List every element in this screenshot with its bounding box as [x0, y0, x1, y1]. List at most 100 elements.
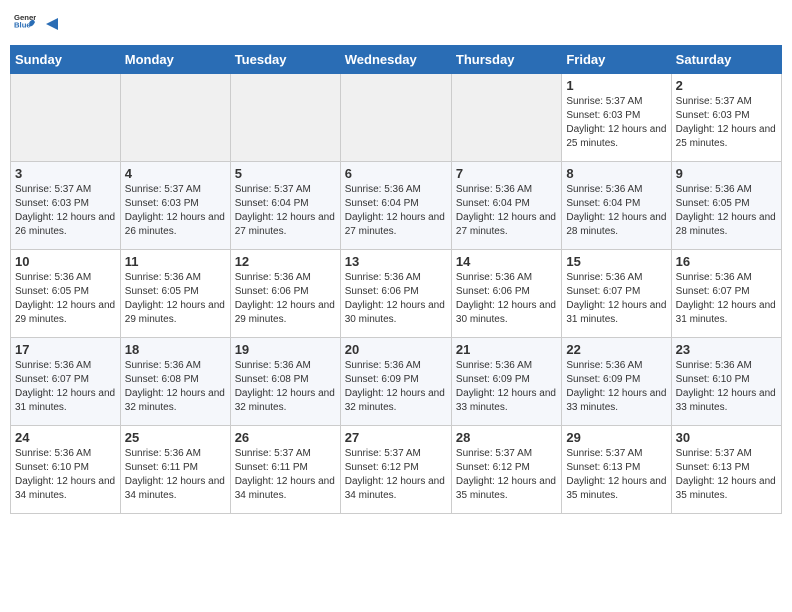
day-number: 29 — [566, 430, 666, 445]
day-number: 3 — [15, 166, 116, 181]
calendar-cell: 12 Sunrise: 5:36 AMSunset: 6:06 PMDayligh… — [230, 250, 340, 338]
day-of-week-header: Thursday — [451, 46, 561, 74]
day-info: Sunrise: 5:37 AMSunset: 6:03 PMDaylight:… — [15, 183, 116, 239]
calendar-cell: 10 Sunrise: 5:36 AMSunset: 6:05 PMDayligh… — [11, 250, 121, 338]
logo-icon: General Blue — [14, 10, 36, 32]
calendar-cell: 8 Sunrise: 5:36 AMSunset: 6:04 PMDaylight… — [562, 162, 671, 250]
day-number: 26 — [235, 430, 336, 445]
calendar-cell — [11, 74, 121, 162]
day-info: Sunrise: 5:36 AMSunset: 6:05 PMDaylight:… — [15, 271, 116, 327]
calendar-week-row: 1 Sunrise: 5:37 AMSunset: 6:03 PMDaylight… — [11, 74, 782, 162]
logo: General Blue — [14, 10, 58, 37]
day-number: 23 — [676, 342, 777, 357]
day-number: 18 — [125, 342, 226, 357]
logo-triangle-icon — [40, 15, 58, 33]
day-number: 1 — [566, 78, 666, 93]
day-info: Sunrise: 5:37 AMSunset: 6:04 PMDaylight:… — [235, 183, 336, 239]
day-info: Sunrise: 5:36 AMSunset: 6:04 PMDaylight:… — [345, 183, 447, 239]
day-number: 28 — [456, 430, 557, 445]
calendar-table: SundayMondayTuesdayWednesdayThursdayFrid… — [10, 45, 782, 514]
day-of-week-header: Saturday — [671, 46, 781, 74]
day-of-week-header: Wednesday — [340, 46, 451, 74]
day-info: Sunrise: 5:37 AMSunset: 6:13 PMDaylight:… — [676, 447, 777, 503]
day-number: 7 — [456, 166, 557, 181]
day-info: Sunrise: 5:36 AMSunset: 6:06 PMDaylight:… — [456, 271, 557, 327]
day-number: 25 — [125, 430, 226, 445]
calendar-week-row: 17 Sunrise: 5:36 AMSunset: 6:07 PMDayligh… — [11, 338, 782, 426]
day-info: Sunrise: 5:37 AMSunset: 6:12 PMDaylight:… — [456, 447, 557, 503]
calendar-cell: 3 Sunrise: 5:37 AMSunset: 6:03 PMDaylight… — [11, 162, 121, 250]
day-info: Sunrise: 5:36 AMSunset: 6:10 PMDaylight:… — [15, 447, 116, 503]
day-info: Sunrise: 5:37 AMSunset: 6:13 PMDaylight:… — [566, 447, 666, 503]
calendar-cell: 17 Sunrise: 5:36 AMSunset: 6:07 PMDayligh… — [11, 338, 121, 426]
day-info: Sunrise: 5:36 AMSunset: 6:09 PMDaylight:… — [345, 359, 447, 415]
day-number: 22 — [566, 342, 666, 357]
day-number: 6 — [345, 166, 447, 181]
day-info: Sunrise: 5:36 AMSunset: 6:06 PMDaylight:… — [345, 271, 447, 327]
day-number: 19 — [235, 342, 336, 357]
day-number: 9 — [676, 166, 777, 181]
calendar-cell: 26 Sunrise: 5:37 AMSunset: 6:11 PMDayligh… — [230, 426, 340, 514]
calendar-cell: 11Sunrise: 5:36 AMSunset: 6:05 PMDayligh… — [120, 250, 230, 338]
calendar-week-row: 3 Sunrise: 5:37 AMSunset: 6:03 PMDaylight… — [11, 162, 782, 250]
day-info: Sunrise: 5:37 AMSunset: 6:03 PMDaylight:… — [125, 183, 226, 239]
calendar-cell: 6 Sunrise: 5:36 AMSunset: 6:04 PMDaylight… — [340, 162, 451, 250]
calendar-cell: 25 Sunrise: 5:36 AMSunset: 6:11 PMDayligh… — [120, 426, 230, 514]
calendar-cell: 28 Sunrise: 5:37 AMSunset: 6:12 PMDayligh… — [451, 426, 561, 514]
calendar-cell: 14Sunrise: 5:36 AMSunset: 6:06 PMDayligh… — [451, 250, 561, 338]
day-number: 16 — [676, 254, 777, 269]
calendar-cell: 5 Sunrise: 5:37 AMSunset: 6:04 PMDaylight… — [230, 162, 340, 250]
calendar-cell: 24 Sunrise: 5:36 AMSunset: 6:10 PMDayligh… — [11, 426, 121, 514]
day-number: 5 — [235, 166, 336, 181]
day-of-week-header: Monday — [120, 46, 230, 74]
day-info: Sunrise: 5:36 AMSunset: 6:07 PMDaylight:… — [15, 359, 116, 415]
calendar-cell: 19 Sunrise: 5:36 AMSunset: 6:08 PMDayligh… — [230, 338, 340, 426]
calendar-cell: 9Sunrise: 5:36 AMSunset: 6:05 PMDaylight… — [671, 162, 781, 250]
day-number: 17 — [15, 342, 116, 357]
calendar-cell: 29 Sunrise: 5:37 AMSunset: 6:13 PMDayligh… — [562, 426, 671, 514]
day-info: Sunrise: 5:37 AMSunset: 6:03 PMDaylight:… — [566, 95, 666, 151]
calendar-week-row: 24 Sunrise: 5:36 AMSunset: 6:10 PMDayligh… — [11, 426, 782, 514]
calendar-cell — [451, 74, 561, 162]
calendar-week-row: 10 Sunrise: 5:36 AMSunset: 6:05 PMDayligh… — [11, 250, 782, 338]
calendar-cell: 23Sunrise: 5:36 AMSunset: 6:10 PMDayligh… — [671, 338, 781, 426]
calendar-cell: 21Sunrise: 5:36 AMSunset: 6:09 PMDayligh… — [451, 338, 561, 426]
calendar-cell — [120, 74, 230, 162]
day-number: 8 — [566, 166, 666, 181]
calendar-cell: 27Sunrise: 5:37 AMSunset: 6:12 PMDayligh… — [340, 426, 451, 514]
calendar-cell: 4 Sunrise: 5:37 AMSunset: 6:03 PMDaylight… — [120, 162, 230, 250]
day-number: 20 — [345, 342, 447, 357]
day-info: Sunrise: 5:36 AMSunset: 6:06 PMDaylight:… — [235, 271, 336, 327]
day-number: 12 — [235, 254, 336, 269]
day-number: 11 — [125, 254, 226, 269]
calendar-cell: 22 Sunrise: 5:36 AMSunset: 6:09 PMDayligh… — [562, 338, 671, 426]
calendar-cell: 7Sunrise: 5:36 AMSunset: 6:04 PMDaylight… — [451, 162, 561, 250]
calendar-cell: 16Sunrise: 5:36 AMSunset: 6:07 PMDayligh… — [671, 250, 781, 338]
calendar-cell: 18Sunrise: 5:36 AMSunset: 6:08 PMDayligh… — [120, 338, 230, 426]
day-of-week-header: Tuesday — [230, 46, 340, 74]
day-info: Sunrise: 5:36 AMSunset: 6:04 PMDaylight:… — [566, 183, 666, 239]
calendar-cell — [340, 74, 451, 162]
day-info: Sunrise: 5:36 AMSunset: 6:09 PMDaylight:… — [566, 359, 666, 415]
day-number: 4 — [125, 166, 226, 181]
calendar-cell — [230, 74, 340, 162]
calendar-cell: 1 Sunrise: 5:37 AMSunset: 6:03 PMDaylight… — [562, 74, 671, 162]
day-number: 24 — [15, 430, 116, 445]
day-number: 10 — [15, 254, 116, 269]
day-info: Sunrise: 5:36 AMSunset: 6:11 PMDaylight:… — [125, 447, 226, 503]
day-number: 13 — [345, 254, 447, 269]
svg-text:Blue: Blue — [14, 21, 31, 30]
calendar-cell: 2Sunrise: 5:37 AMSunset: 6:03 PMDaylight… — [671, 74, 781, 162]
day-number: 30 — [676, 430, 777, 445]
day-info: Sunrise: 5:37 AMSunset: 6:12 PMDaylight:… — [345, 447, 447, 503]
calendar-cell: 13 Sunrise: 5:36 AMSunset: 6:06 PMDayligh… — [340, 250, 451, 338]
day-number: 15 — [566, 254, 666, 269]
calendar-header-row: SundayMondayTuesdayWednesdayThursdayFrid… — [11, 46, 782, 74]
calendar-cell: 30 Sunrise: 5:37 AMSunset: 6:13 PMDayligh… — [671, 426, 781, 514]
day-info: Sunrise: 5:37 AMSunset: 6:03 PMDaylight:… — [676, 95, 777, 151]
day-of-week-header: Sunday — [11, 46, 121, 74]
day-info: Sunrise: 5:36 AMSunset: 6:08 PMDaylight:… — [235, 359, 336, 415]
day-info: Sunrise: 5:36 AMSunset: 6:07 PMDaylight:… — [566, 271, 666, 327]
day-of-week-header: Friday — [562, 46, 671, 74]
day-info: Sunrise: 5:37 AMSunset: 6:11 PMDaylight:… — [235, 447, 336, 503]
